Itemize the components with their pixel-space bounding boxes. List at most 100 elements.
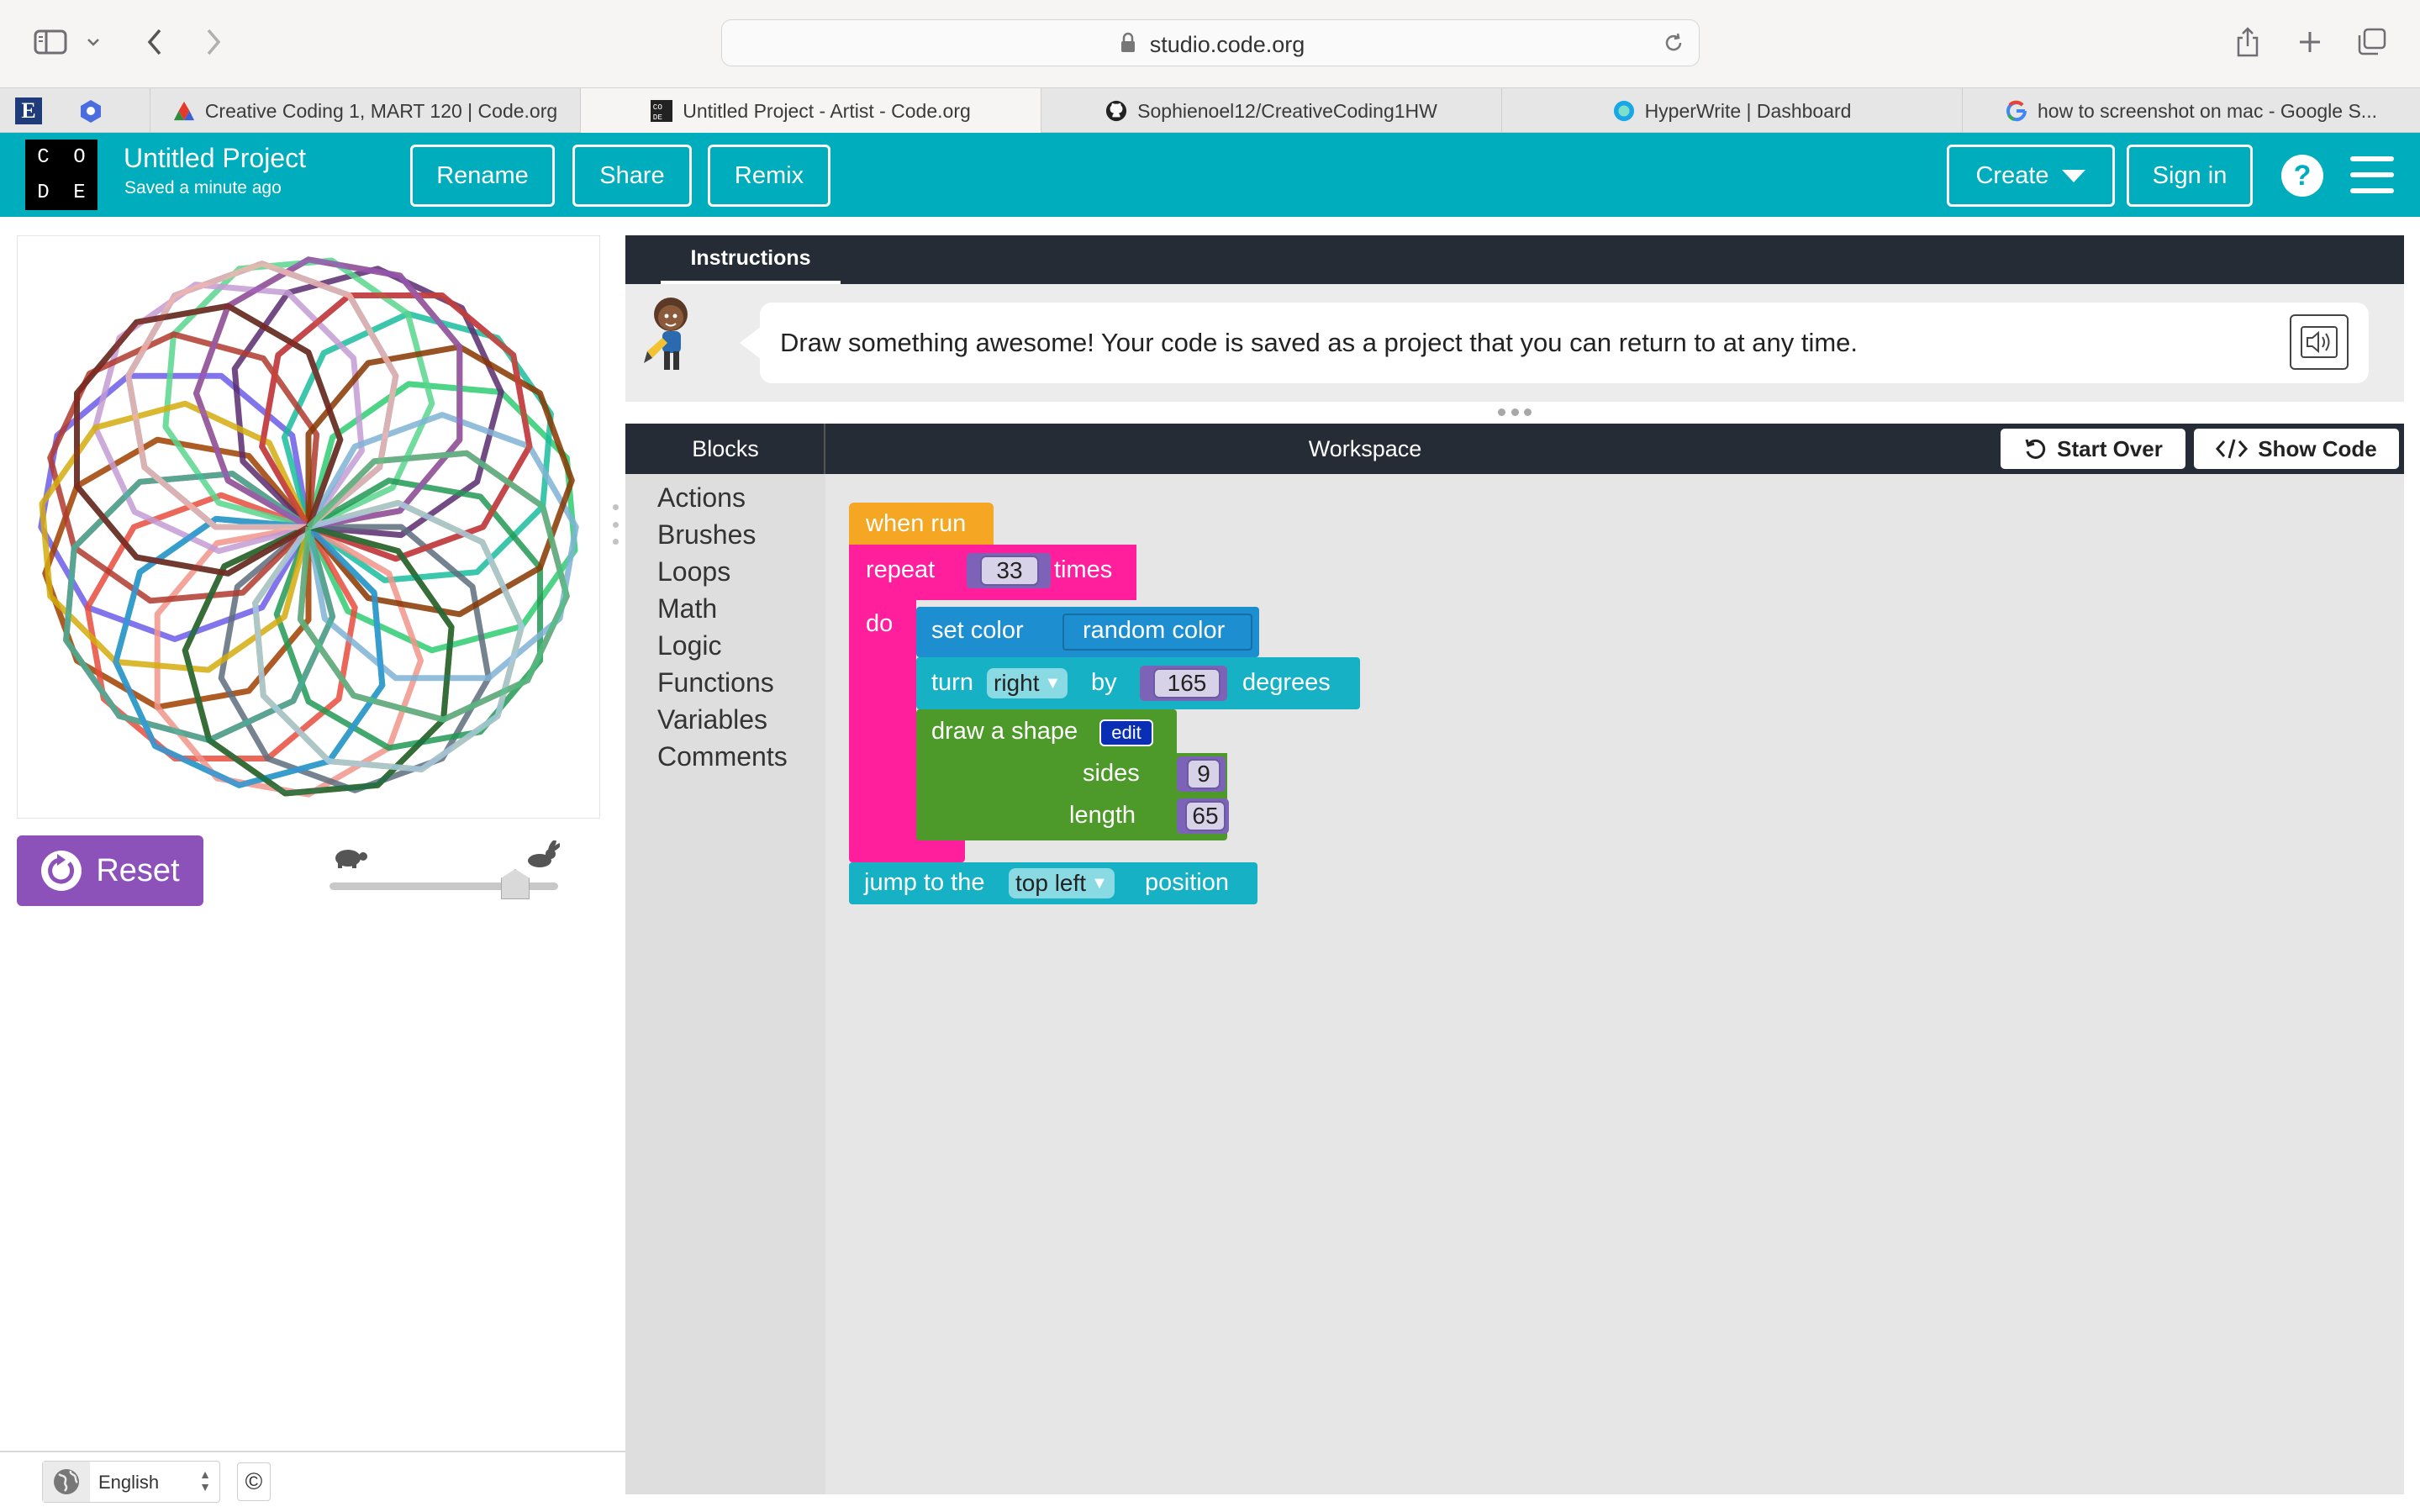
sides-label: sides <box>1083 760 1140 787</box>
dropdown-arrow-icon: ▼ <box>1044 673 1062 693</box>
category-logic[interactable]: Logic <box>657 630 722 661</box>
logo-letter: O <box>73 145 86 169</box>
jump-to-label: jump to the <box>864 869 985 896</box>
set-color-label: set color <box>931 617 1024 644</box>
when-run-block[interactable]: when run <box>849 503 994 545</box>
help-icon[interactable]: ? <box>2281 155 2323 197</box>
rabbit-icon <box>528 840 560 867</box>
reset-label: Reset <box>96 852 180 888</box>
instructions-resize-handle[interactable] <box>1498 408 1532 417</box>
dropdown-value: top left <box>1015 870 1087 896</box>
tab-untitled-project[interactable]: CO DE Untitled Project - Artist - Code.or… <box>580 88 1041 134</box>
select-arrows-icon: ▲ ▼ <box>199 1467 211 1494</box>
codeorg-color-favicon-icon <box>173 100 195 122</box>
hyperwrite-icon <box>1613 100 1635 122</box>
tab-creative-coding[interactable]: Creative Coding 1, MART 120 | Code.org <box>150 88 580 134</box>
tab-google[interactable]: how to screenshot on mac - Google S... <box>1962 88 2420 134</box>
code-icon <box>2216 439 2249 459</box>
category-comments[interactable]: Comments <box>657 741 788 772</box>
times-label: times <box>1054 556 1113 583</box>
copyright-button[interactable]: © <box>237 1462 271 1501</box>
turn-amount-field[interactable]: 165 <box>1153 668 1221 698</box>
new-tab-icon[interactable] <box>2291 24 2328 61</box>
github-icon <box>1105 100 1127 122</box>
hamburger-menu-icon[interactable] <box>2350 156 2394 193</box>
rename-button[interactable]: Rename <box>410 145 555 207</box>
edit-function-button[interactable]: edit <box>1099 719 1153 746</box>
hexagon-favicon-icon <box>81 100 101 123</box>
forward-icon[interactable] <box>195 24 232 61</box>
sidebar-toggle-icon[interactable] <box>32 24 69 61</box>
svg-text:DE: DE <box>653 113 663 122</box>
tab-label: Sophienoel12/CreativeCoding1HW <box>1137 99 1437 122</box>
reset-button[interactable]: Reset <box>17 835 203 906</box>
create-button[interactable]: Create <box>1947 145 2115 207</box>
sides-field[interactable]: 9 <box>1187 759 1221 789</box>
repeat-label: repeat <box>866 556 936 583</box>
turn-direction-dropdown[interactable]: right ▼ <box>987 668 1068 698</box>
by-label: by <box>1091 669 1117 696</box>
panel-resize-handle[interactable] <box>612 504 619 545</box>
google-icon <box>2006 100 2027 122</box>
e-favicon-icon: E <box>15 97 42 124</box>
category-loops[interactable]: Loops <box>657 556 730 587</box>
blocks-toolbox: Actions Brushes Loops Math Logic Functio… <box>625 474 825 1494</box>
language-select[interactable]: English ▲ ▼ <box>42 1461 220 1503</box>
category-math[interactable]: Math <box>657 593 717 624</box>
jump-position-dropdown[interactable]: top left ▼ <box>1009 868 1115 898</box>
tab-label: how to screenshot on mac - Google S... <box>2038 99 2377 122</box>
instruction-text: Draw something awesome! Your code is sav… <box>780 328 1858 357</box>
tab-overview-icon[interactable] <box>2354 24 2391 61</box>
position-label: position <box>1145 869 1229 896</box>
category-actions[interactable]: Actions <box>657 482 746 514</box>
logo-letter: D <box>37 181 50 204</box>
category-functions[interactable]: Functions <box>657 667 774 698</box>
language-value: English <box>98 1472 160 1493</box>
text-to-speech-button[interactable] <box>2290 314 2349 370</box>
share-icon[interactable] <box>2229 24 2266 61</box>
tab-github[interactable]: Sophienoel12/CreativeCoding1HW <box>1041 88 1501 134</box>
slider-thumb[interactable] <box>501 869 530 899</box>
length-field[interactable]: 65 <box>1185 801 1226 831</box>
url-bar[interactable]: studio.code.org <box>721 19 1700 66</box>
speed-slider[interactable] <box>328 840 560 908</box>
degrees-label: degrees <box>1242 669 1331 696</box>
instruction-bubble: Draw something awesome! Your code is sav… <box>740 303 2369 383</box>
footer-divider <box>0 1451 625 1452</box>
instructions-panel: Draw something awesome! Your code is sav… <box>625 284 2404 402</box>
start-over-button[interactable]: Start Over <box>2001 429 2185 469</box>
artist-avatar <box>644 298 688 370</box>
turtle-icon <box>335 850 367 868</box>
instructions-header: Instructions <box>625 235 2404 284</box>
block-label: when run <box>866 509 967 537</box>
category-brushes[interactable]: Brushes <box>657 519 756 551</box>
share-button[interactable]: Share <box>572 145 692 207</box>
category-variables[interactable]: Variables <box>657 704 767 735</box>
pinned-tab-e[interactable]: E <box>8 88 49 134</box>
show-code-button[interactable]: Show Code <box>2194 429 2399 469</box>
url-text: studio.code.org <box>1149 32 1305 57</box>
repeat-count-field[interactable]: 33 <box>980 556 1039 586</box>
globe-icon <box>43 1462 90 1502</box>
reset-icon <box>41 851 82 891</box>
tab-hyperwrite[interactable]: HyperWrite | Dashboard <box>1501 88 1962 134</box>
logo-letter: C <box>37 145 50 169</box>
blocks-header: Blocks <box>692 435 759 461</box>
start-over-label: Start Over <box>2057 435 2163 461</box>
pinned-tab-app[interactable] <box>71 88 111 134</box>
tab-instructions[interactable]: Instructions <box>661 235 841 284</box>
show-code-label: Show Code <box>2258 435 2377 461</box>
blockly-workspace[interactable]: when run repeat 33 times do set color ra… <box>825 474 2404 1494</box>
chevron-down-icon[interactable] <box>81 24 106 61</box>
undo-icon <box>2025 439 2046 459</box>
remix-button[interactable]: Remix <box>708 145 830 207</box>
reload-icon[interactable] <box>1662 31 1685 59</box>
back-icon[interactable] <box>136 24 173 61</box>
speaker-icon <box>2301 326 2338 358</box>
workspace-title: Workspace <box>1308 435 1422 461</box>
dropdown-arrow-icon: ▼ <box>1091 873 1108 893</box>
code-logo[interactable]: C O D E <box>25 140 98 210</box>
svg-text:CO: CO <box>653 103 663 112</box>
sign-in-button[interactable]: Sign in <box>2127 145 2253 207</box>
random-color-label: random color <box>1083 617 1226 644</box>
